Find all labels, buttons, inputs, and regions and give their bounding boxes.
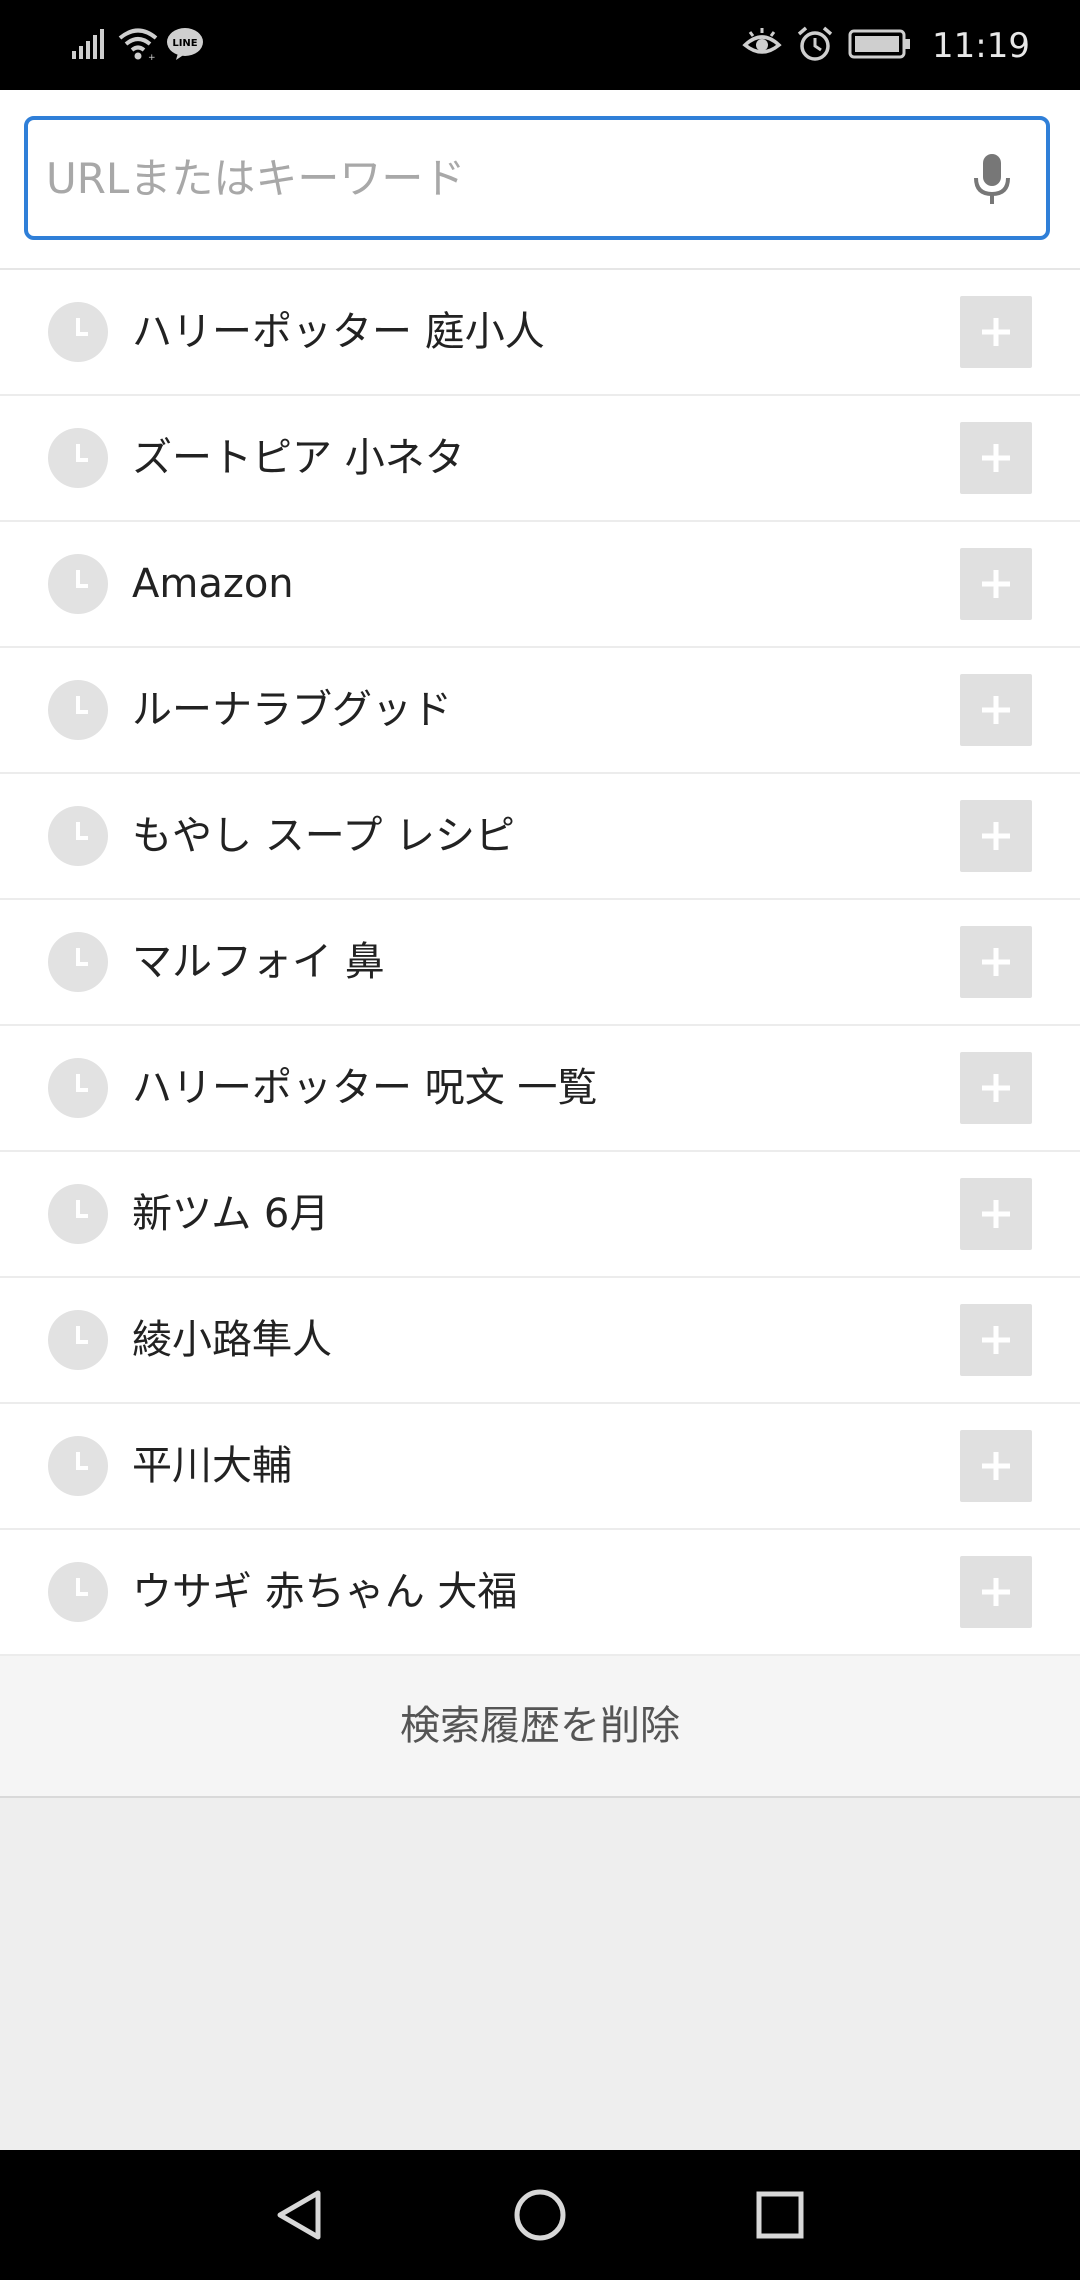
- line-icon: LINE: [166, 27, 204, 65]
- history-item-label: 綾小路隼人: [132, 1317, 332, 1363]
- history-item[interactable]: 綾小路隼人: [0, 1278, 1080, 1404]
- history-item-label: ハリーポッター 呪文 一覧: [132, 1065, 598, 1111]
- alarm-icon: [796, 25, 834, 67]
- home-icon[interactable]: [500, 2175, 580, 2255]
- signal-icon: [72, 29, 110, 63]
- plus-icon: [982, 444, 1010, 472]
- add-to-query-button[interactable]: [960, 548, 1032, 620]
- empty-area: [0, 1798, 1080, 2150]
- history-clock-icon: [48, 428, 108, 488]
- plus-icon: [982, 1326, 1010, 1354]
- history-clock-icon: [48, 1058, 108, 1118]
- add-to-query-button[interactable]: [960, 674, 1032, 746]
- history-clock-icon: [48, 1184, 108, 1244]
- history-item-label: マルフォイ 鼻: [132, 939, 385, 985]
- history-clock-icon: [48, 1436, 108, 1496]
- history-item-label: 新ツム 6月: [132, 1191, 330, 1237]
- history-item-label: ズートピア 小ネタ: [132, 435, 465, 481]
- status-bar: + LINE 11:19: [0, 0, 1080, 90]
- history-item[interactable]: マルフォイ 鼻: [0, 900, 1080, 1026]
- history-item[interactable]: ウサギ 赤ちゃん 大福: [0, 1530, 1080, 1656]
- history-item[interactable]: Amazon: [0, 522, 1080, 648]
- recents-icon[interactable]: [740, 2175, 820, 2255]
- eye-comfort-icon: [742, 27, 782, 65]
- plus-icon: [982, 570, 1010, 598]
- plus-icon: [982, 318, 1010, 346]
- history-item-label: ウサギ 赤ちゃん 大福: [132, 1569, 518, 1615]
- status-clock: 11:19: [932, 26, 1030, 66]
- history-item[interactable]: ハリーポッター 呪文 一覧: [0, 1026, 1080, 1152]
- back-icon[interactable]: [260, 2175, 340, 2255]
- status-left: + LINE: [72, 26, 204, 66]
- search-input[interactable]: [46, 120, 946, 236]
- microphone-icon[interactable]: [972, 152, 1012, 208]
- history-item-label: ルーナラブグッド: [132, 687, 452, 733]
- add-to-query-button[interactable]: [960, 1178, 1032, 1250]
- plus-icon: [982, 1200, 1010, 1228]
- history-clock-icon: [48, 302, 108, 362]
- add-to-query-button[interactable]: [960, 296, 1032, 368]
- search-box[interactable]: [24, 116, 1050, 240]
- history-item-label: もやし スープ レシピ: [132, 813, 516, 859]
- history-item-label: ハリーポッター 庭小人: [132, 309, 545, 355]
- plus-icon: [982, 696, 1010, 724]
- history-item-label: Amazon: [132, 561, 294, 607]
- history-item[interactable]: ズートピア 小ネタ: [0, 396, 1080, 522]
- plus-icon: [982, 1452, 1010, 1480]
- plus-icon: [982, 822, 1010, 850]
- line-badge-text: LINE: [172, 38, 197, 49]
- history-clock-icon: [48, 554, 108, 614]
- add-to-query-button[interactable]: [960, 422, 1032, 494]
- add-to-query-button[interactable]: [960, 1430, 1032, 1502]
- status-right: 11:19: [742, 22, 1030, 70]
- search-area: [0, 90, 1080, 270]
- add-to-query-button[interactable]: [960, 1556, 1032, 1628]
- history-clock-icon: [48, 1310, 108, 1370]
- plus-icon: [982, 1578, 1010, 1606]
- history-clock-icon: [48, 680, 108, 740]
- history-clock-icon: [48, 932, 108, 992]
- add-to-query-button[interactable]: [960, 926, 1032, 998]
- add-to-query-button[interactable]: [960, 1052, 1032, 1124]
- navigation-bar: [0, 2150, 1080, 2280]
- history-item[interactable]: 新ツム 6月: [0, 1152, 1080, 1278]
- wifi-icon: +: [118, 27, 158, 65]
- history-item[interactable]: ルーナラブグッド: [0, 648, 1080, 774]
- history-item[interactable]: 平川大輔: [0, 1404, 1080, 1530]
- history-item[interactable]: ハリーポッター 庭小人: [0, 270, 1080, 396]
- add-to-query-button[interactable]: [960, 1304, 1032, 1376]
- search-history-list: ハリーポッター 庭小人 ズートピア 小ネタ Amazon ルーナラブグッド もや…: [0, 270, 1080, 1656]
- battery-icon: [848, 29, 912, 63]
- history-item[interactable]: もやし スープ レシピ: [0, 774, 1080, 900]
- plus-icon: [982, 948, 1010, 976]
- add-to-query-button[interactable]: [960, 800, 1032, 872]
- svg-text:+: +: [148, 53, 156, 61]
- history-item-label: 平川大輔: [132, 1443, 292, 1489]
- clear-history-button[interactable]: 検索履歴を削除: [0, 1656, 1080, 1798]
- history-clock-icon: [48, 806, 108, 866]
- plus-icon: [982, 1074, 1010, 1102]
- history-clock-icon: [48, 1562, 108, 1622]
